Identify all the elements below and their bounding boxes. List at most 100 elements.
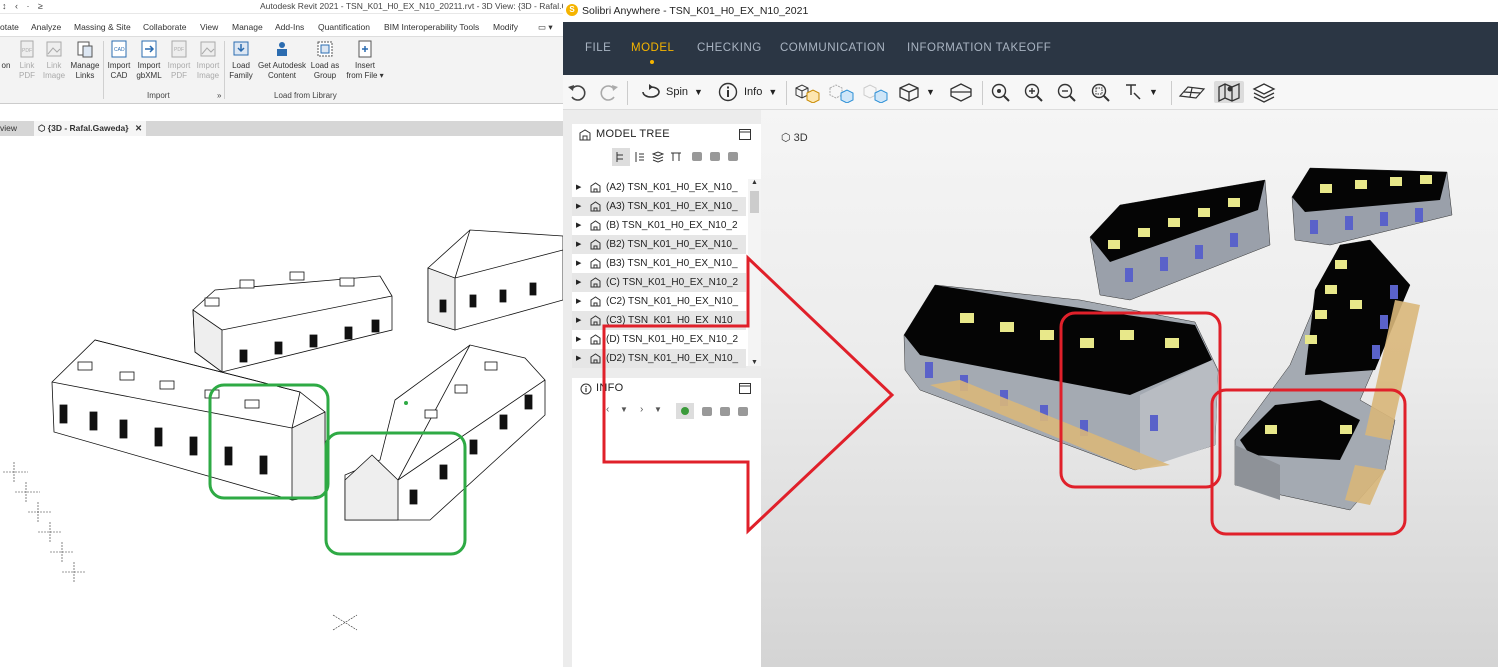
layers-button[interactable] — [1251, 81, 1277, 103]
map-button[interactable] — [1214, 81, 1244, 103]
model-tree-item[interactable]: ▶ (C2) TSN_K01_H0_EX_N10_ — [572, 292, 746, 311]
insert-from-file-button[interactable]: Insert from File ▾ — [343, 39, 387, 81]
chevron-down-icon[interactable]: ▼ — [654, 405, 662, 414]
expand-arrow-icon[interactable]: ▶ — [576, 178, 581, 197]
lock-icon[interactable] — [710, 152, 720, 161]
link-pdf-button[interactable]: PDF Link PDF — [14, 39, 40, 81]
group-label-import: Import — [147, 91, 170, 100]
revit-3d-canvas[interactable] — [0, 136, 563, 667]
info-label: Info — [744, 86, 763, 98]
show-all-button[interactable] — [793, 81, 823, 103]
tab-bim-interoperability[interactable]: BIM Interoperability Tools — [384, 22, 479, 32]
hide-button[interactable] — [861, 81, 891, 103]
zoom-in-button[interactable] — [1022, 81, 1046, 103]
nav-model[interactable]: MODEL — [631, 42, 674, 54]
import-gbxml-button[interactable]: Import gbXML — [134, 39, 164, 81]
lock-icon[interactable] — [692, 152, 702, 161]
expand-arrow-icon[interactable]: ▶ — [576, 273, 581, 292]
expand-arrow-icon[interactable]: ▶ — [576, 254, 581, 273]
expand-arrow-icon[interactable]: ▶ — [576, 349, 581, 368]
isolate-button[interactable] — [827, 81, 857, 103]
lock-icon[interactable] — [720, 407, 730, 416]
tab-quantification[interactable]: Quantification — [318, 22, 370, 32]
model-tree-item[interactable]: ▶ (C) TSN_K01_H0_EX_N10_2 — [572, 273, 746, 292]
close-icon[interactable]: ✕ — [135, 123, 142, 133]
tree-floors-icon[interactable] — [652, 151, 664, 163]
scroll-down-icon[interactable]: ▼ — [751, 359, 758, 366]
quick-access-toolbar[interactable]: ↕ ‹ · ≥ — [2, 1, 46, 11]
scrollbar-thumb[interactable] — [750, 191, 759, 213]
manage-links-button[interactable]: Manage Links — [68, 39, 102, 81]
expand-arrow-icon[interactable]: ▶ — [576, 292, 581, 311]
import-cad-button[interactable]: CAD Import CAD — [105, 39, 133, 81]
tab-massing-site[interactable]: Massing & Site — [74, 22, 131, 32]
ribbon-options[interactable]: ▭ ▾ — [538, 22, 553, 33]
tool-label: Import — [107, 61, 131, 70]
lock-icon[interactable] — [702, 407, 712, 416]
tool-partial[interactable]: on — [0, 39, 12, 71]
zoom-out-button[interactable] — [1055, 81, 1079, 103]
lock-icon[interactable] — [738, 407, 748, 416]
model-tree-item-label: (D2) TSN_K01_H0_EX_N10_ — [606, 353, 739, 364]
maximize-icon[interactable] — [739, 129, 751, 140]
tab-rotate[interactable]: otate — [0, 22, 19, 32]
model-tree-item[interactable]: ▶ (D) TSN_K01_H0_EX_N10_2 — [572, 330, 746, 349]
zoom-selection-button[interactable] — [1089, 81, 1113, 103]
view-box-button[interactable]: ▼ — [897, 81, 935, 103]
nav-file[interactable]: FILE — [585, 42, 611, 54]
expand-arrow-icon[interactable]: ▶ — [576, 330, 581, 349]
nav-information-takeoff[interactable]: INFORMATION TAKEOFF — [907, 42, 1051, 54]
view-tab-previous[interactable]: view — [0, 121, 21, 136]
model-tree-scrollbar[interactable]: ▲ ▼ — [748, 179, 761, 366]
import-image-button[interactable]: Import Image — [194, 39, 222, 81]
expand-arrow-icon[interactable]: ▶ — [576, 311, 581, 330]
nav-checking[interactable]: CHECKING — [697, 42, 762, 54]
model-tree-item[interactable]: ▶ (A2) TSN_K01_H0_EX_N10_ — [572, 178, 746, 197]
get-autodesk-content-button[interactable]: Get Autodesk Content — [255, 39, 309, 81]
group-expand-arrow[interactable]: » — [217, 91, 221, 100]
tool-label-2: CAD — [110, 71, 128, 80]
tab-add-ins[interactable]: Add-Ins — [275, 22, 304, 32]
model-tree-item[interactable]: ▶ (B3) TSN_K01_H0_EX_N10_ — [572, 254, 746, 273]
maximize-icon[interactable] — [739, 383, 751, 394]
solibri-3d-view[interactable]: ⬡ 3D — [761, 110, 1498, 667]
tab-collaborate[interactable]: Collaborate — [143, 22, 186, 32]
redo-button[interactable] — [596, 81, 620, 103]
tab-manage[interactable]: Manage — [232, 22, 263, 32]
section-box-button[interactable] — [948, 81, 974, 103]
tree-list-icon[interactable] — [634, 151, 646, 163]
select-tool-button[interactable]: ▼ — [1122, 81, 1158, 103]
load-as-group-button[interactable]: Load as Group — [310, 39, 340, 81]
view-tab-3d[interactable]: ⬡ {3D - Rafal.Gaweda} ✕ — [34, 121, 147, 136]
model-tree-item[interactable]: ▶ (B2) TSN_K01_H0_EX_N10_ — [572, 235, 746, 254]
spin-button[interactable]: Spin ▼ — [639, 81, 703, 103]
expand-arrow-icon[interactable]: ▶ — [576, 197, 581, 216]
chevron-left-icon[interactable]: ‹ — [606, 404, 609, 415]
load-family-button[interactable]: Load Family — [227, 39, 255, 81]
model-tree-item[interactable]: ▶ (D2) TSN_K01_H0_EX_N10_ — [572, 349, 746, 368]
revit-model-drawing — [3, 229, 563, 631]
tab-view[interactable]: View — [200, 22, 218, 32]
zoom-out-icon — [1057, 83, 1076, 102]
tab-analyze[interactable]: Analyze — [31, 22, 61, 32]
undo-button[interactable] — [566, 81, 590, 103]
model-tree-item[interactable]: ▶ (B) TSN_K01_H0_EX_N10_2 — [572, 216, 746, 235]
chevron-down-icon[interactable]: ▼ — [620, 405, 628, 414]
chevron-down-icon: ▼ — [768, 87, 778, 97]
link-image-button[interactable]: Link Image — [40, 39, 68, 81]
lock-icon[interactable] — [728, 152, 738, 161]
tree-types-icon[interactable] — [670, 151, 682, 163]
nav-communication[interactable]: COMMUNICATION — [780, 42, 885, 54]
model-tree-item[interactable]: ▶ (A3) TSN_K01_H0_EX_N10_ — [572, 197, 746, 216]
expand-arrow-icon[interactable]: ▶ — [576, 216, 581, 235]
info-button[interactable]: Info ▼ — [717, 81, 777, 103]
scroll-up-icon[interactable]: ▲ — [751, 179, 758, 186]
model-tree-item[interactable]: ▶ (C3) TSN_K01_H0_EX_N10 — [572, 311, 746, 330]
import-pdf-button[interactable]: PDF Import PDF — [165, 39, 193, 81]
toolbar-separator — [1171, 81, 1172, 105]
expand-arrow-icon[interactable]: ▶ — [576, 235, 581, 254]
chevron-right-icon[interactable]: › — [640, 404, 643, 415]
tab-modify[interactable]: Modify — [493, 22, 518, 32]
zoom-fit-button[interactable] — [989, 81, 1013, 103]
floor-plan-button[interactable] — [1178, 81, 1206, 103]
